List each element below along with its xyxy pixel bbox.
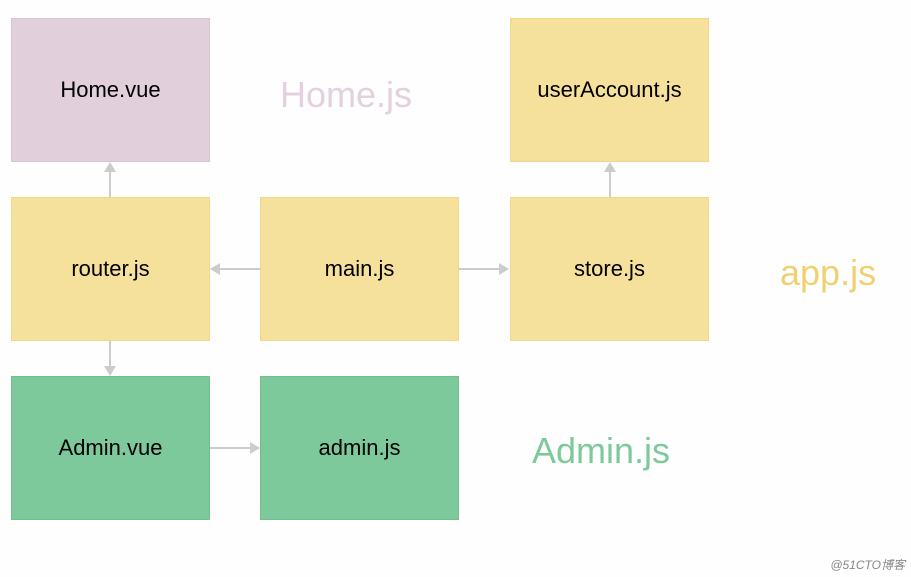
arrow-line [210,447,250,449]
arrowhead-right-icon [250,442,260,454]
arrow-line [459,268,499,270]
group-label-app: app.js [780,252,876,294]
arrow-line [609,172,611,197]
arrowhead-down-icon [104,366,116,376]
node-main: main.js [260,197,459,341]
node-router: router.js [11,197,210,341]
arrowhead-right-icon [499,263,509,275]
group-label-admin: Admin.js [532,430,670,472]
arrowhead-left-icon [210,263,220,275]
node-admin-js: admin.js [260,376,459,520]
arrow-line [109,341,111,366]
node-user-account: userAccount.js [510,18,709,162]
arrow-line [220,268,260,270]
node-store: store.js [510,197,709,341]
arrow-line [109,172,111,197]
arrowhead-up-icon [604,162,616,172]
node-home-vue: Home.vue [11,18,210,162]
watermark: @51CTO博客 [830,556,905,573]
arrowhead-up-icon [104,162,116,172]
node-admin-vue: Admin.vue [11,376,210,520]
group-label-home: Home.js [280,74,412,116]
